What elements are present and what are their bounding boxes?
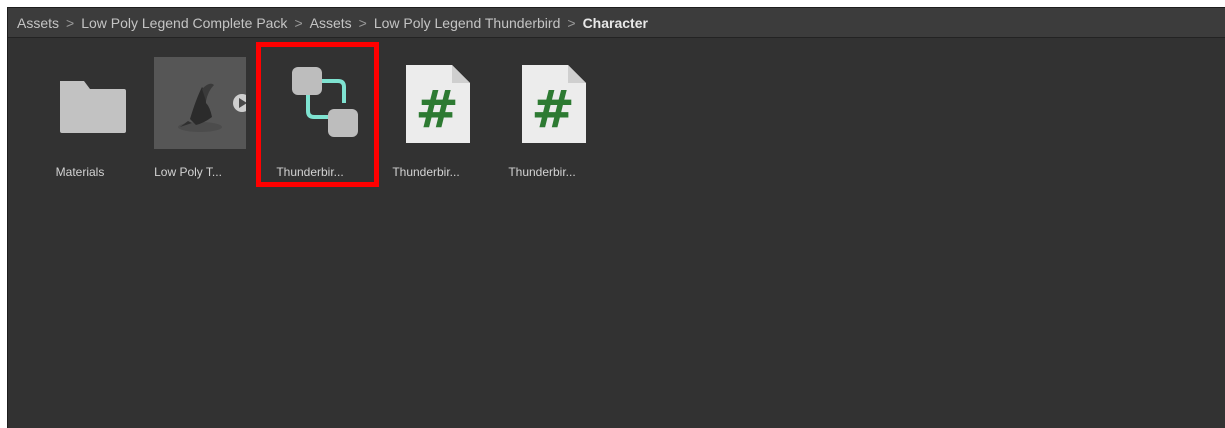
breadcrumb-item-assets-2[interactable]: Assets <box>310 15 352 31</box>
csharp-script-icon: # <box>406 65 470 143</box>
breadcrumb-separator: > <box>66 14 75 31</box>
asset-script-1[interactable]: # Thunderbir... <box>378 57 474 187</box>
asset-label: Materials <box>55 165 105 179</box>
breadcrumb-separator: > <box>567 14 576 31</box>
asset-materials-folder[interactable]: Materials <box>32 57 128 187</box>
asset-label: Low Poly T... <box>154 165 222 179</box>
svg-text:#: # <box>415 80 459 140</box>
breadcrumb-separator: > <box>294 14 303 31</box>
asset-script-2[interactable]: # Thunderbir... <box>494 57 590 187</box>
breadcrumb-separator: > <box>358 14 367 31</box>
svg-text:#: # <box>531 80 575 140</box>
asset-animator-controller[interactable]: Thunderbir... <box>262 57 358 187</box>
project-window: Assets > Low Poly Legend Complete Pack >… <box>7 7 1225 428</box>
breadcrumb-item-character: Character <box>582 14 648 31</box>
breadcrumb-item-assets[interactable]: Assets <box>17 15 59 31</box>
animator-controller-icon <box>292 67 358 137</box>
model-preview-icon <box>154 57 246 149</box>
asset-label: Thunderbir... <box>508 165 576 179</box>
breadcrumb-item-thunderbird[interactable]: Low Poly Legend Thunderbird <box>374 15 561 31</box>
asset-label: Thunderbir... <box>392 165 460 179</box>
asset-label: Thunderbir... <box>276 165 344 179</box>
breadcrumb: Assets > Low Poly Legend Complete Pack >… <box>8 8 1225 38</box>
csharp-script-icon: # <box>522 65 586 143</box>
folder-icon <box>60 81 126 133</box>
breadcrumb-item-complete-pack[interactable]: Low Poly Legend Complete Pack <box>81 15 287 31</box>
asset-model[interactable]: Low Poly T... <box>140 57 246 187</box>
